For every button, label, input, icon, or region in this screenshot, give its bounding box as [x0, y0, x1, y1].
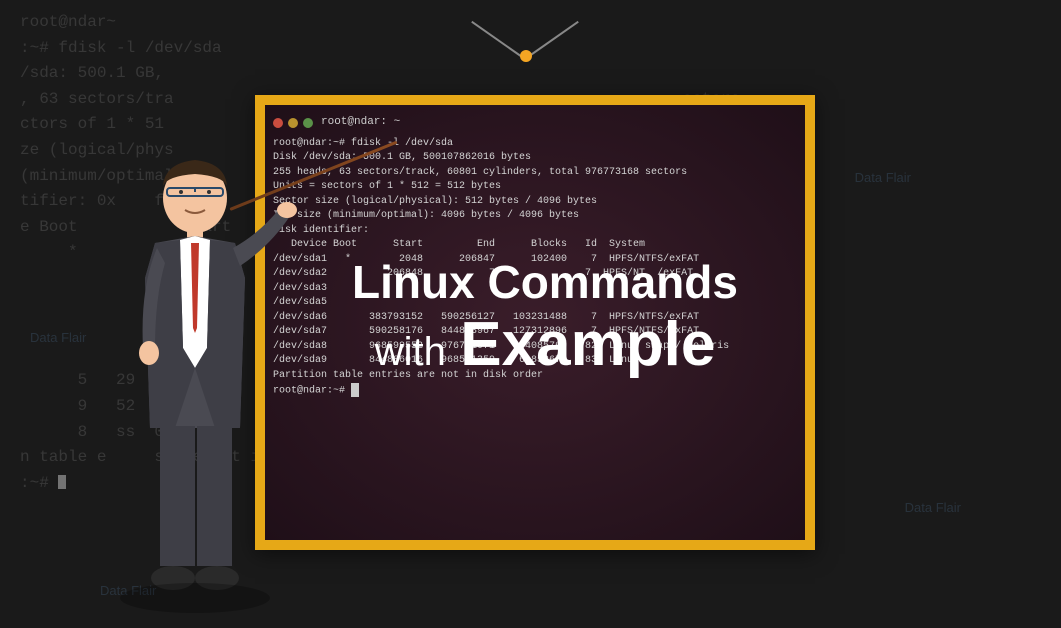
board-hook-icon — [520, 50, 532, 62]
cursor-icon — [58, 475, 66, 489]
teacher-character — [105, 148, 325, 618]
term-line: Disk identifier: — [273, 224, 797, 239]
headline-line1: Linux Commands — [275, 255, 815, 309]
window-controls — [273, 118, 313, 128]
headline-line2a: with — [375, 330, 446, 374]
term-line: Sector size (logical/physical): 512 byte… — [273, 195, 797, 210]
term-line: I/O size (minimum/optimal): 4096 bytes /… — [273, 209, 797, 224]
watermark: Data Flair — [30, 330, 86, 345]
close-icon — [273, 118, 283, 128]
term-line: root@ndar:~# — [273, 383, 797, 399]
term-line: root@ndar:~# fdisk -l /dev/sda — [273, 137, 797, 152]
terminal-title: root@ndar: ~ — [321, 115, 400, 131]
minimize-icon — [288, 118, 298, 128]
bg-line: root@ndar~ — [20, 10, 1041, 36]
term-line: Device Boot Start End Blocks Id System — [273, 238, 797, 253]
headline-line2b: Example — [460, 310, 715, 379]
term-line: 255 heads, 63 sectors/track, 60801 cylin… — [273, 166, 797, 181]
watermark: Data Flair — [905, 500, 961, 515]
watermark: Data Flair — [855, 170, 911, 185]
cursor-icon — [351, 383, 359, 397]
terminal-titlebar: root@ndar: ~ — [273, 113, 797, 133]
term-line: Units = sectors of 1 * 512 = 512 bytes — [273, 180, 797, 195]
headline: Linux Commands with Example — [275, 255, 815, 380]
maximize-icon — [303, 118, 313, 128]
